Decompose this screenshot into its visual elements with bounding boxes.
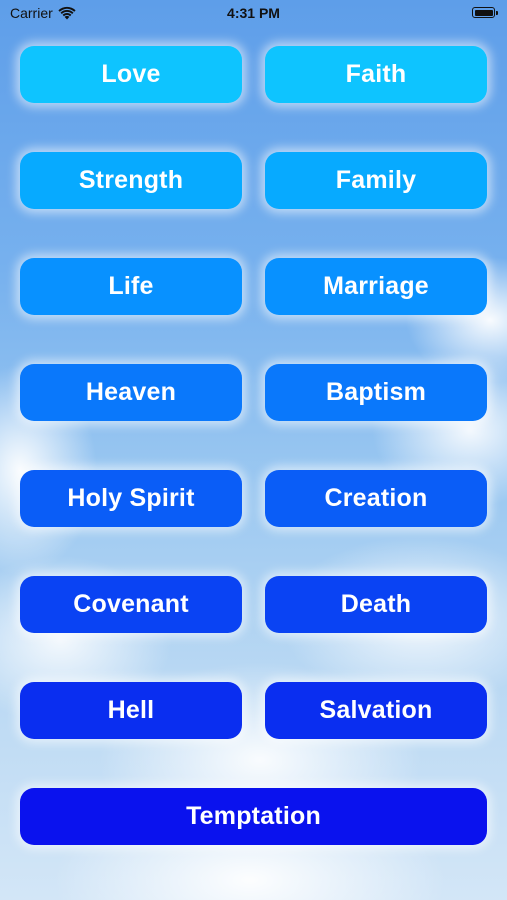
topic-button-heaven[interactable]: Heaven (20, 364, 242, 421)
topic-button-covenant[interactable]: Covenant (20, 576, 242, 633)
topic-button-hell[interactable]: Hell (20, 682, 242, 739)
topic-button-creation[interactable]: Creation (265, 470, 487, 527)
topic-button-salvation[interactable]: Salvation (265, 682, 487, 739)
topic-button-strength[interactable]: Strength (20, 152, 242, 209)
topic-button-death[interactable]: Death (265, 576, 487, 633)
topic-button-marriage[interactable]: Marriage (265, 258, 487, 315)
topic-button-holy-spirit[interactable]: Holy Spirit (20, 470, 242, 527)
topic-grid: Love Faith Strength Family Life Marriage… (20, 46, 487, 845)
battery-icon (472, 7, 498, 18)
topic-button-love[interactable]: Love (20, 46, 242, 103)
topic-button-life[interactable]: Life (20, 258, 242, 315)
status-time: 4:31 PM (227, 5, 280, 21)
topic-button-temptation[interactable]: Temptation (20, 788, 487, 845)
topic-button-faith[interactable]: Faith (265, 46, 487, 103)
status-bar: Carrier 4:31 PM (0, 0, 507, 28)
topic-button-family[interactable]: Family (265, 152, 487, 209)
topic-button-baptism[interactable]: Baptism (265, 364, 487, 421)
